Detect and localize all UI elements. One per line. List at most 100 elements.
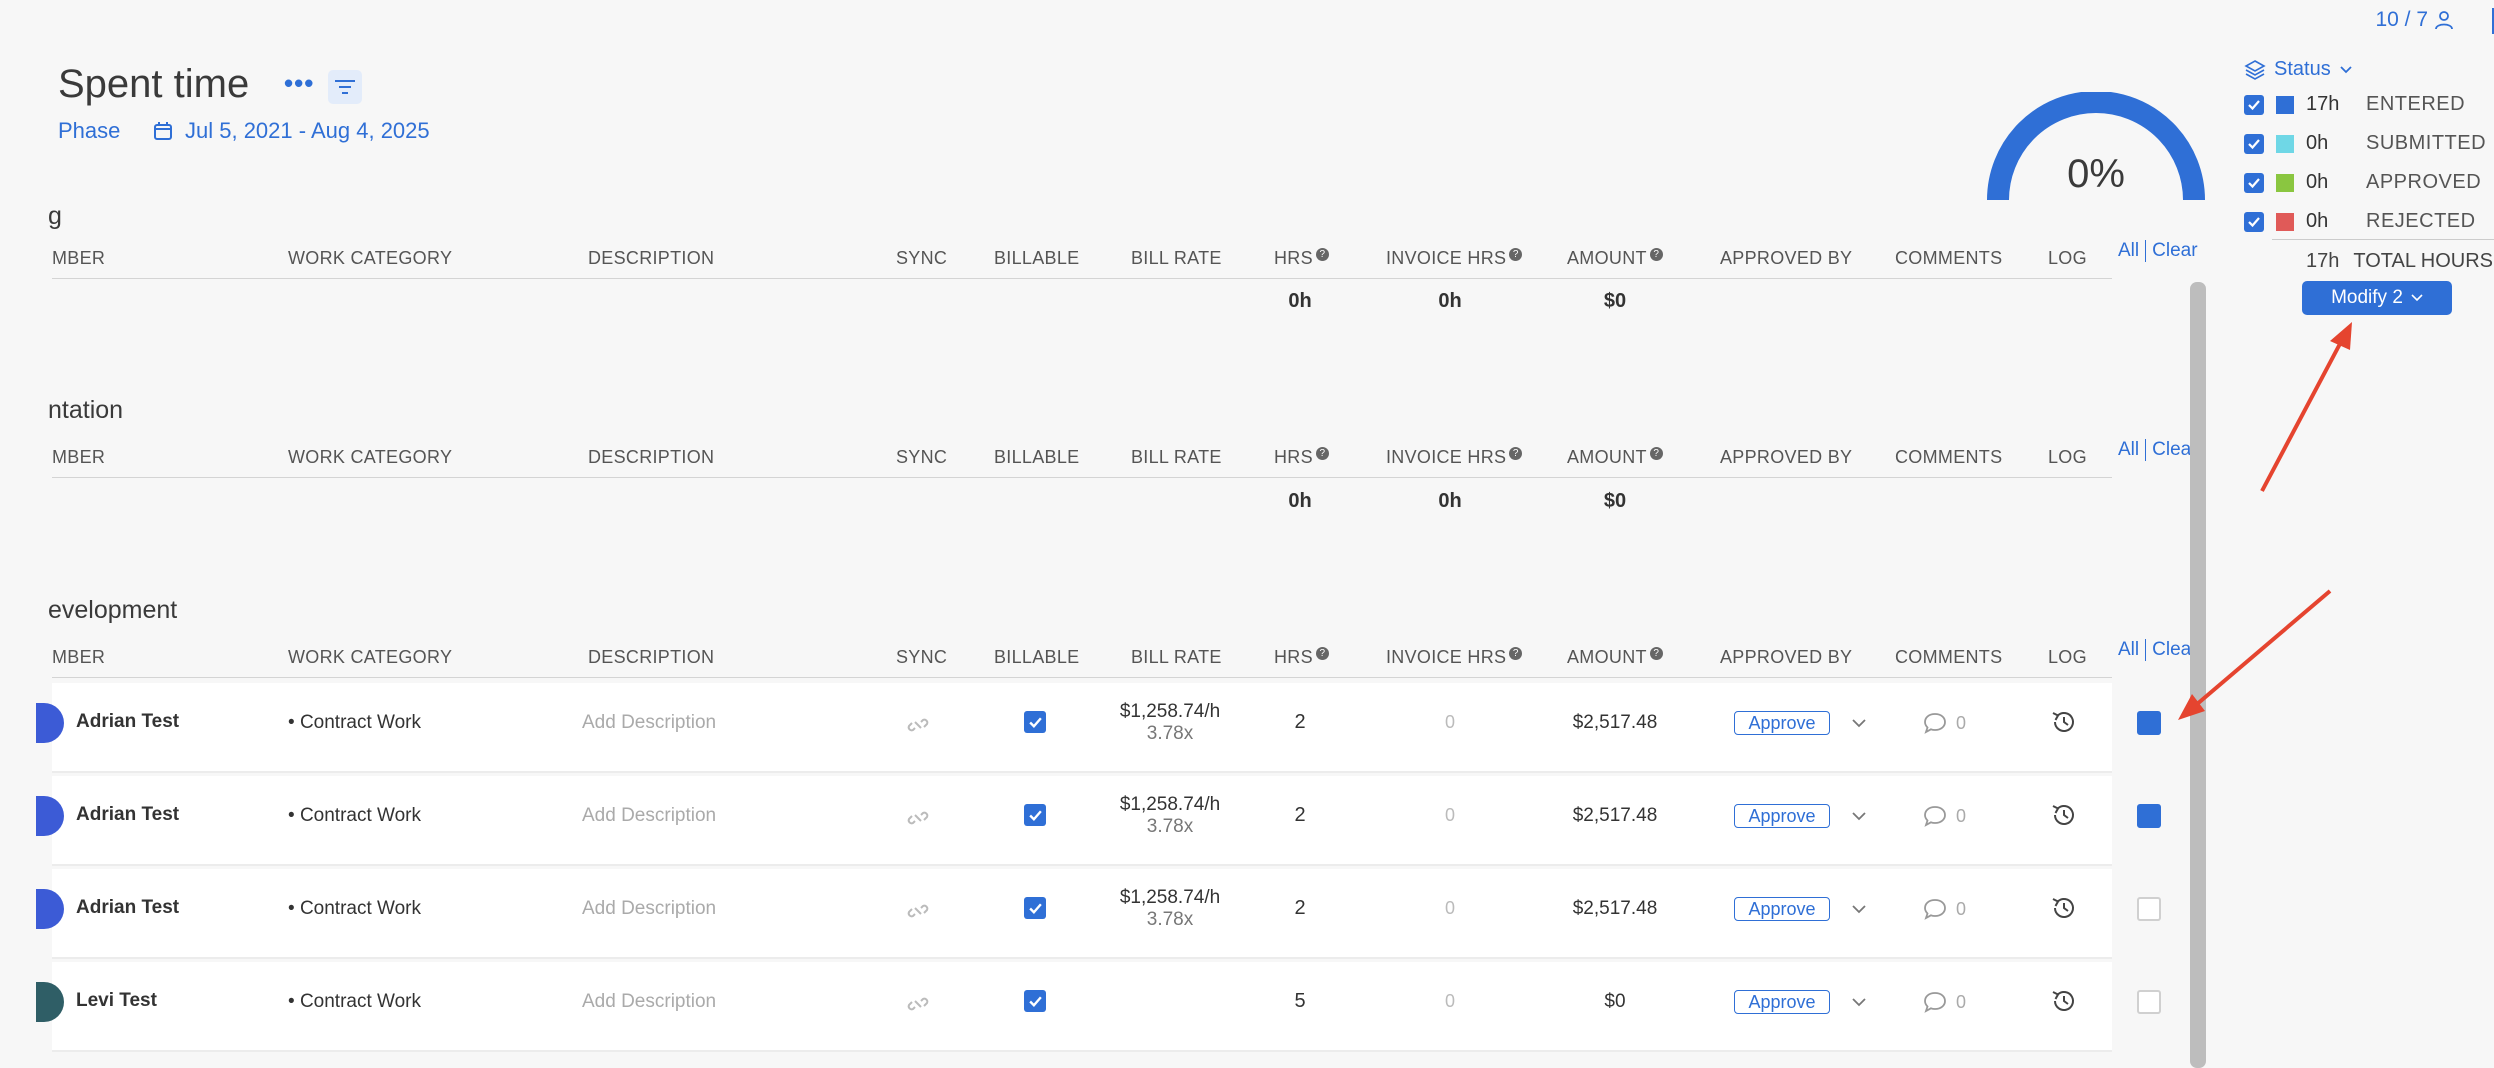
hrs-value[interactable]: 2 <box>1270 897 1330 920</box>
divider <box>2145 240 2147 262</box>
billable-checkbox[interactable] <box>1024 711 1046 733</box>
checkbox-approved[interactable] <box>2244 172 2264 193</box>
col-hrs: HRS? <box>1274 248 1329 269</box>
help-icon[interactable]: ? <box>1649 647 1663 660</box>
description-input[interactable]: Add Description <box>582 805 716 827</box>
more-options-icon[interactable]: ••• <box>284 68 314 98</box>
status-swatch <box>2276 134 2294 153</box>
description-input[interactable]: Add Description <box>582 712 716 734</box>
clear-link[interactable]: Clear <box>2152 240 2197 262</box>
row-select-checkbox[interactable] <box>2137 804 2161 828</box>
hrs-value[interactable]: 2 <box>1270 804 1330 827</box>
row-select-checkbox[interactable] <box>2137 897 2161 921</box>
clear-link[interactable]: Clea <box>2152 639 2191 661</box>
description-input[interactable]: Add Description <box>582 991 716 1013</box>
member-name: Adrian Test <box>76 711 180 732</box>
hrs-value[interactable]: 2 <box>1270 711 1330 734</box>
check-icon <box>2248 216 2260 227</box>
history-icon[interactable] <box>2050 987 2078 1015</box>
history-icon[interactable] <box>2050 708 2078 736</box>
col-billable: BILLABLE <box>994 447 1080 467</box>
help-icon[interactable]: ? <box>1509 248 1523 261</box>
gauge-percent: 0% <box>2067 152 2125 196</box>
unlink-icon[interactable] <box>906 899 930 923</box>
check-icon <box>1028 716 1042 728</box>
modify-button[interactable]: Modify 2 <box>2302 281 2452 315</box>
help-icon[interactable]: ? <box>1649 447 1663 460</box>
unlink-icon[interactable] <box>906 806 930 830</box>
status-row-entered[interactable]: 17h ENTERED <box>2244 93 2465 116</box>
invoice-hrs-value[interactable]: 0 <box>1420 991 1480 1012</box>
row-select-checkbox[interactable] <box>2137 711 2161 735</box>
help-icon[interactable]: ? <box>1649 248 1663 261</box>
checkbox-submitted[interactable] <box>2244 133 2264 154</box>
bullet-icon: • <box>288 991 300 1012</box>
invoice-hrs-value[interactable]: 0 <box>1420 712 1480 733</box>
col-hrs: HRS? <box>1274 447 1329 468</box>
comments-button[interactable]: 0 <box>1922 711 1966 735</box>
work-category[interactable]: • Contract Work <box>288 898 421 920</box>
work-category[interactable]: • Contract Work <box>288 805 421 827</box>
billable-checkbox[interactable] <box>1024 990 1046 1012</box>
history-icon[interactable] <box>2050 801 2078 829</box>
work-category-label: Contract Work <box>299 805 422 826</box>
col-sync: SYNC <box>896 647 948 667</box>
checkbox-rejected[interactable] <box>2244 211 2264 232</box>
select-all-link[interactable]: All <box>2118 240 2139 262</box>
billable-checkbox[interactable] <box>1024 804 1046 826</box>
chevron-down-icon[interactable] <box>1850 714 1868 732</box>
comments-button[interactable]: 0 <box>1922 804 1966 828</box>
work-category-label: Contract Work <box>299 712 422 733</box>
amount-value: $2,517.48 <box>1572 898 1658 919</box>
comments-button[interactable]: 0 <box>1922 990 1966 1014</box>
date-range-picker[interactable]: Jul 5, 2021 - Aug 4, 2025 <box>153 118 430 144</box>
billable-checkbox[interactable] <box>1024 897 1046 919</box>
help-icon[interactable]: ? <box>1315 447 1329 460</box>
col-billable: BILLABLE <box>994 248 1080 268</box>
work-category[interactable]: • Contract Work <box>288 991 421 1013</box>
help-icon[interactable]: ? <box>1509 447 1523 460</box>
approve-button[interactable]: Approve <box>1734 897 1830 921</box>
status-dropdown[interactable]: Status <box>2244 58 2353 81</box>
clear-link[interactable]: Clea <box>2152 439 2191 461</box>
approve-button[interactable]: Approve <box>1734 804 1830 828</box>
hrs-value[interactable]: 5 <box>1270 990 1330 1013</box>
chevron-down-icon[interactable] <box>1850 807 1868 825</box>
history-icon[interactable] <box>2050 894 2078 922</box>
section-title: evelopment <box>48 596 178 624</box>
divider <box>2145 639 2147 661</box>
comment-icon <box>1924 899 1946 920</box>
users-count-label: 10 / 7 <box>2375 8 2428 31</box>
comments-button[interactable]: 0 <box>1922 897 1966 921</box>
divider <box>2145 439 2147 461</box>
status-row-rejected[interactable]: 0h REJECTED <box>2244 210 2476 233</box>
help-icon[interactable]: ? <box>1509 647 1523 660</box>
work-category-label: Contract Work <box>299 991 422 1012</box>
work-category[interactable]: • Contract Work <box>288 712 421 734</box>
unlink-icon[interactable] <box>906 713 930 737</box>
chevron-down-icon <box>2411 294 2423 302</box>
chevron-down-icon[interactable] <box>1850 900 1868 918</box>
comment-count: 0 <box>1956 991 1967 1012</box>
phase-link[interactable]: Phase <box>58 118 120 144</box>
help-icon[interactable]: ? <box>1315 248 1329 261</box>
chevron-down-icon[interactable] <box>1850 993 1868 1011</box>
approve-button[interactable]: Approve <box>1734 990 1830 1014</box>
scrollbar[interactable] <box>2190 282 2206 1068</box>
filter-button[interactable] <box>328 70 362 104</box>
users-count[interactable]: 10 / 7 <box>2375 8 2454 32</box>
select-all-link[interactable]: All <box>2118 639 2139 661</box>
comment-icon <box>1924 713 1946 734</box>
approve-button[interactable]: Approve <box>1734 711 1830 735</box>
invoice-hrs-value[interactable]: 0 <box>1420 898 1480 919</box>
row-select-checkbox[interactable] <box>2137 990 2161 1014</box>
status-row-submitted[interactable]: 0h SUBMITTED <box>2244 132 2486 155</box>
select-all-clear: All Clea <box>2118 639 2191 661</box>
checkbox-entered[interactable] <box>2244 94 2264 115</box>
unlink-icon[interactable] <box>906 992 930 1016</box>
help-icon[interactable]: ? <box>1315 647 1329 660</box>
description-input[interactable]: Add Description <box>582 898 716 920</box>
select-all-link[interactable]: All <box>2118 439 2139 461</box>
invoice-hrs-value[interactable]: 0 <box>1420 805 1480 826</box>
status-row-approved[interactable]: 0h APPROVED <box>2244 171 2481 194</box>
